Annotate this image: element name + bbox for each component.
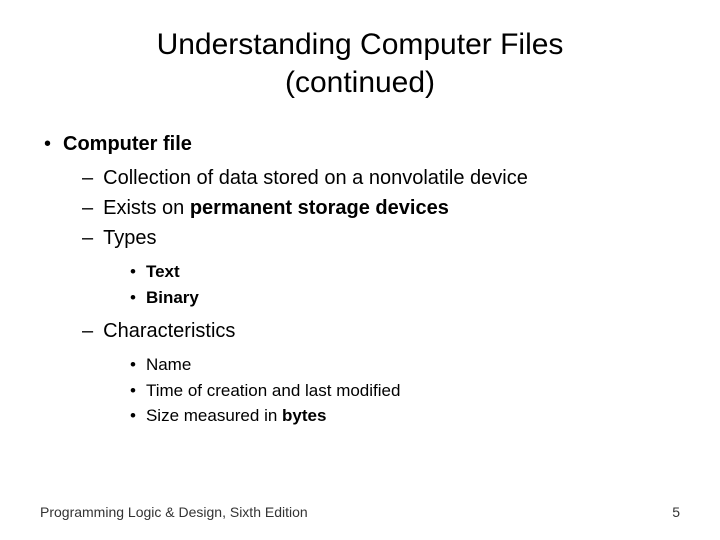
bullet-text: Size measured in bytes — [146, 406, 327, 425]
bullet-l3-text: Text — [130, 259, 680, 285]
bullet-text: Name — [146, 355, 191, 374]
bullet-text: Binary — [146, 288, 199, 307]
bullet-l3-size: Size measured in bytes — [130, 403, 680, 429]
bullet-text: Text — [146, 262, 180, 281]
bullet-l2-characteristics: Characteristics Name Time of creation an… — [82, 316, 680, 429]
bullet-text: Time of creation and last modified — [146, 381, 401, 400]
page-number: 5 — [672, 504, 680, 520]
bullet-text: Computer file — [63, 133, 192, 155]
title-line-2: (continued) — [285, 66, 435, 99]
title-line-1: Understanding Computer Files — [157, 28, 564, 61]
bullet-l3-name: Name — [130, 352, 680, 378]
slide-footer: Programming Logic & Design, Sixth Editio… — [40, 504, 680, 520]
slide-title: Understanding Computer Files (continued) — [40, 26, 680, 101]
bullet-text: Exists on permanent storage devices — [103, 197, 449, 219]
bullet-l3-binary: Binary — [130, 285, 680, 311]
bullet-l1-computer-file: Computer file Collection of data stored … — [44, 129, 680, 429]
bullet-text: Characteristics — [103, 320, 235, 342]
slide-body: Computer file Collection of data stored … — [40, 129, 680, 429]
bullet-l2-exists: Exists on permanent storage devices — [82, 193, 680, 223]
footer-source: Programming Logic & Design, Sixth Editio… — [40, 504, 308, 520]
bullet-text: Types — [103, 227, 156, 249]
bullet-l2-collection: Collection of data stored on a nonvolati… — [82, 163, 680, 193]
bullet-l2-types: Types Text Binary — [82, 223, 680, 310]
bullet-l3-time: Time of creation and last modified — [130, 378, 680, 404]
bullet-text: Collection of data stored on a nonvolati… — [103, 167, 528, 189]
